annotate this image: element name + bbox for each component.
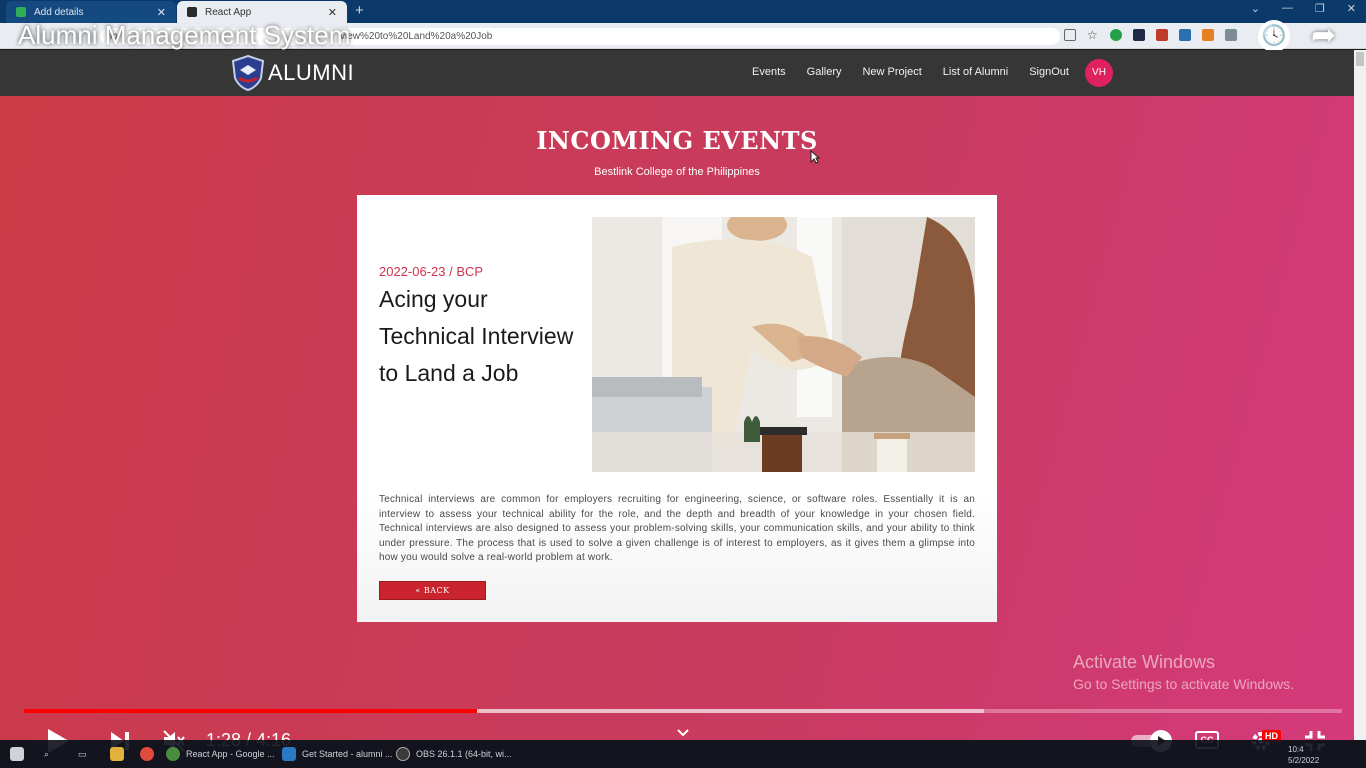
video-played-bar — [24, 709, 478, 713]
react-app-viewport: ALUMNI Events Gallery New Project List o… — [0, 50, 1354, 740]
user-avatar[interactable]: VH — [1085, 59, 1113, 87]
nav-events[interactable]: Events — [752, 66, 786, 78]
obs-icon — [396, 747, 410, 761]
nav-links: Events Gallery New Project List of Alumn… — [752, 66, 1069, 78]
new-tab-button[interactable]: + — [355, 2, 364, 19]
bookmark-star-icon[interactable]: ☆ — [1087, 29, 1099, 41]
event-date-location: 2022-06-23 / BCP — [379, 264, 484, 279]
grammarly-extension-icon[interactable] — [1110, 29, 1122, 41]
system-time: 10:4 — [1288, 745, 1304, 754]
window-controls: ⌄ — ❐ ✕ — [1251, 2, 1356, 15]
tab-label: Add details — [34, 6, 84, 18]
video-title[interactable]: Alumni Management System — [18, 20, 350, 51]
taskbar-vscode-window[interactable]: Get Started - alumni ... — [282, 740, 393, 768]
event-description: Technical interviews are common for empl… — [379, 494, 975, 564]
system-date: 5/2/2022 — [1288, 756, 1320, 765]
chrome-icon[interactable] — [140, 740, 160, 768]
mouse-cursor-icon — [810, 150, 820, 164]
taskbar-item-label: Get Started - alumni ... — [302, 749, 393, 759]
event-image-handshake — [592, 217, 975, 472]
puzzle-extension-icon[interactable] — [1225, 29, 1237, 41]
activate-windows-subtitle: Go to Settings to activate Windows. — [1073, 676, 1294, 692]
system-clock[interactable]: 10:4 5/2/2022 — [1288, 744, 1319, 766]
scrollbar-thumb[interactable] — [1356, 52, 1364, 66]
windows-taskbar: ⌕ ▭ React App - Google ... Get Started -… — [0, 740, 1366, 768]
task-view-icon[interactable]: ▭ — [78, 740, 87, 768]
file-explorer-icon[interactable] — [110, 740, 130, 768]
tab-favicon-icon — [187, 7, 197, 17]
back-button[interactable]: « BACK — [379, 581, 486, 600]
blue-extension-icon[interactable] — [1179, 29, 1191, 41]
terminal-extension-icon[interactable] — [1133, 29, 1145, 41]
taskbar-item-label: React App - Google ... — [186, 749, 275, 759]
event-title: Acing your Technical Interview to Land a… — [379, 286, 574, 386]
folder-icon — [110, 747, 124, 761]
taskbar-chrome-window[interactable]: React App - Google ... — [166, 740, 275, 768]
restore-icon[interactable]: ❐ — [1315, 2, 1325, 15]
taskbar-obs-window[interactable]: OBS 26.1.1 (64-bit, wi... — [396, 740, 512, 768]
nav-gallery[interactable]: Gallery — [807, 66, 842, 78]
vscode-icon — [282, 747, 296, 761]
activate-windows-title: Activate Windows — [1073, 652, 1216, 672]
tab-close-icon[interactable]: ✕ — [328, 6, 337, 19]
url-text-end: view%20to%20Land%20a%20Job — [340, 31, 493, 42]
windows-start-icon[interactable] — [10, 740, 30, 768]
tab-favicon-icon — [16, 7, 26, 17]
page-scrollbar[interactable] — [1354, 50, 1366, 740]
fox-extension-icon[interactable] — [1202, 29, 1214, 41]
page-title: INCOMING EVENTS — [536, 126, 818, 155]
red-extension-icon[interactable] — [1156, 29, 1168, 41]
event-detail-card: 2022-06-23 / BCP Acing your Technical In… — [357, 195, 997, 622]
share-arrow-icon[interactable]: ➦ — [1311, 18, 1336, 53]
chevron-down-icon[interactable] — [676, 728, 690, 738]
page-subtitle: Bestlink College of the Philippines — [594, 166, 760, 178]
nav-list-of-alumni[interactable]: List of Alumni — [943, 66, 1008, 78]
brand-text: ALUMNI — [268, 60, 355, 85]
nav-new-project[interactable]: New Project — [862, 66, 921, 78]
tab-search-icon[interactable]: ⌄ — [1251, 2, 1260, 15]
tab-label: React App — [205, 6, 252, 18]
share-page-icon[interactable] — [1064, 29, 1076, 41]
extension-icons: ☆ — [1064, 29, 1237, 41]
chrome-logo-icon — [140, 747, 154, 761]
close-window-icon[interactable]: ✕ — [1347, 2, 1356, 15]
brand-logo[interactable]: ALUMNI — [230, 54, 354, 92]
windows-logo-icon — [10, 747, 24, 761]
alumni-shield-icon — [231, 54, 265, 92]
chrome-app-icon — [166, 747, 180, 761]
watch-later-clock-icon[interactable]: 🕓 — [1258, 20, 1290, 52]
nav-signout[interactable]: SignOut — [1029, 66, 1069, 78]
search-icon[interactable]: ⌕ — [44, 740, 49, 768]
minimize-icon[interactable]: — — [1282, 2, 1293, 15]
handshake-photo-icon — [592, 217, 975, 472]
navbar: ALUMNI Events Gallery New Project List o… — [0, 50, 1354, 96]
tab-close-icon[interactable]: ✕ — [157, 6, 166, 19]
taskbar-item-label: OBS 26.1.1 (64-bit, wi... — [416, 749, 512, 759]
